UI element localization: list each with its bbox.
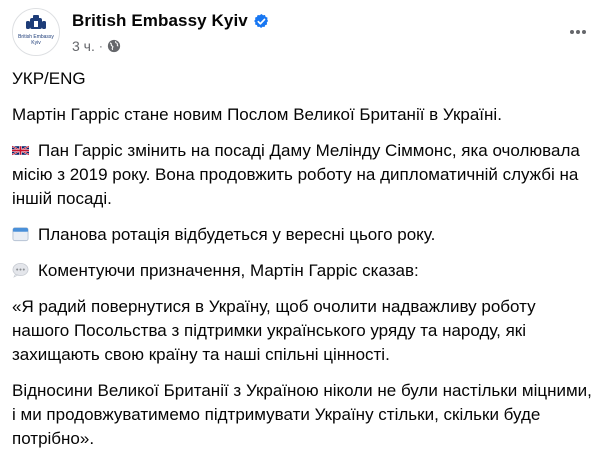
page-avatar[interactable]: British Embassy Kyiv bbox=[12, 8, 60, 56]
post-body: УКР/ENG Мартін Гарріс стане новим Послом… bbox=[12, 67, 594, 463]
paragraph-text: «Я радий повернутися в Україну, щоб очол… bbox=[12, 297, 536, 364]
post-header: British Embassy Kyiv British Embassy Kyi… bbox=[12, 8, 596, 60]
paragraph-text: Пан Гарріс змінить на посаді Даму Мелінд… bbox=[12, 141, 580, 208]
post-meta: 3 ч. · bbox=[72, 37, 121, 55]
calendar-icon bbox=[12, 227, 29, 242]
paragraph-text: Планова ротація відбудеться у вересні ць… bbox=[38, 225, 436, 244]
post-paragraph: Коментуючи призначення, Мартін Гарріс ск… bbox=[12, 259, 594, 283]
verified-badge-icon bbox=[253, 13, 269, 29]
more-options-icon bbox=[570, 30, 586, 34]
post-paragraph: УКР/ENG bbox=[12, 67, 594, 91]
page-name-link[interactable]: British Embassy Kyiv bbox=[72, 11, 248, 31]
post-paragraph: Пан Гарріс змінить на посаді Даму Мелінд… bbox=[12, 139, 594, 211]
facebook-post: British Embassy Kyiv British Embassy Kyi… bbox=[0, 0, 608, 463]
globe-icon[interactable] bbox=[107, 39, 121, 53]
embassy-crest-icon: British Embassy Kyiv bbox=[13, 9, 59, 55]
speech-bubble-icon bbox=[12, 263, 29, 278]
post-paragraph: Мартін Гарріс стане новим Послом Великої… bbox=[12, 103, 594, 127]
paragraph-text: УКР/ENG bbox=[12, 69, 86, 88]
post-timestamp[interactable]: 3 ч. bbox=[72, 38, 95, 54]
post-paragraph: Відносини Великої Британії з Україною ні… bbox=[12, 379, 594, 451]
post-paragraph: «Я радий повернутися в Україну, щоб очол… bbox=[12, 295, 594, 367]
paragraph-text: Коментуючи призначення, Мартін Гарріс ск… bbox=[38, 261, 419, 280]
page-name-row: British Embassy Kyiv bbox=[72, 10, 269, 32]
paragraph-text: Відносини Великої Британії з Україною ні… bbox=[12, 381, 592, 448]
uk-flag-icon bbox=[12, 145, 29, 156]
paragraph-text: Мартін Гарріс стане новим Послом Великої… bbox=[12, 105, 502, 124]
meta-separator: · bbox=[98, 39, 103, 53]
post-paragraph: Планова ротація відбудеться у вересні ць… bbox=[12, 223, 594, 247]
more-options-button[interactable] bbox=[560, 14, 596, 50]
svg-text:Kyiv: Kyiv bbox=[31, 40, 41, 46]
